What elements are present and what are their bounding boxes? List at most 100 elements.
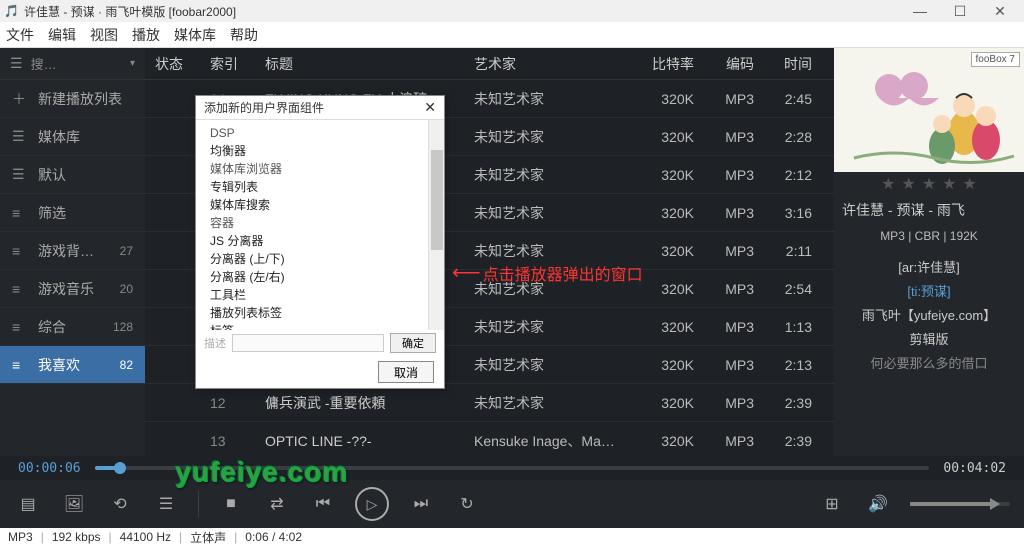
sidebar-item[interactable]: ☰媒体库 [0, 118, 145, 156]
dialog-close-button[interactable]: ✕ [424, 99, 436, 116]
cell-bitrate: 320K [624, 357, 694, 373]
cell-bitrate: 320K [624, 205, 694, 221]
separator [198, 490, 199, 518]
cell-index: 12 [210, 395, 265, 411]
chevron-down-icon: ▾ [130, 58, 135, 69]
image-button[interactable]: 🖼 [60, 490, 88, 518]
volume-icon[interactable]: 🔊 [864, 490, 892, 518]
star-icon[interactable]: ★ [922, 174, 936, 194]
cell-title: 傭兵演武 -重要依頼 [265, 393, 474, 413]
menu-edit[interactable]: 编辑 [48, 25, 76, 45]
col-codec[interactable]: 编码 [694, 54, 754, 74]
sidebar-item[interactable]: ☰默认 [0, 156, 145, 194]
sidebar-item-label: 筛选 [38, 203, 123, 223]
repeat-button[interactable]: ↻ [453, 490, 481, 518]
sidebar-item-label: 游戏背… [38, 241, 110, 261]
sidebar-item-label: 默认 [38, 165, 123, 185]
cell-codec: MP3 [694, 357, 754, 373]
sidebar-item[interactable]: ≡游戏音乐20 [0, 270, 145, 308]
minimize-button[interactable]: — [900, 0, 940, 22]
close-button[interactable]: ✕ [980, 0, 1020, 22]
dialog-scrollbar[interactable] [428, 120, 444, 330]
dialog-item-js-splitter[interactable]: JS 分离器 [210, 232, 434, 250]
playlist-button[interactable]: ▤ [14, 490, 42, 518]
star-icon[interactable]: ★ [881, 174, 895, 194]
dialog-item-tab[interactable]: 标签 [210, 322, 434, 330]
table-row[interactable]: 12傭兵演武 -重要依頼未知艺术家320KMP32:39 [145, 384, 834, 422]
play-button[interactable]: ▷ [355, 487, 389, 521]
prev-button[interactable]: ⏮ [309, 490, 337, 518]
cell-bitrate: 320K [624, 129, 694, 145]
next-button[interactable]: ⏭ [407, 490, 435, 518]
sidebar-item[interactable]: ＋新建播放列表 [0, 80, 145, 118]
list-icon: ＋ [12, 89, 28, 109]
menu-playback[interactable]: 播放 [132, 25, 160, 45]
refresh-button[interactable]: ⟲ [106, 490, 134, 518]
cell-artist: 未知艺术家 [474, 317, 624, 337]
hamburger-icon: ☰ [10, 55, 23, 72]
cell-bitrate: 320K [624, 167, 694, 183]
cell-index: 13 [210, 433, 265, 449]
col-time[interactable]: 时间 [754, 54, 824, 74]
dialog-ok-button[interactable]: 确定 [390, 333, 436, 353]
cell-bitrate: 320K [624, 395, 694, 411]
dialog-item-playlist-tabs[interactable]: 播放列表标签 [210, 304, 434, 322]
rating-stars[interactable]: ★ ★ ★ ★ ★ [834, 172, 1024, 196]
dialog-item-album-list[interactable]: 专辑列表 [210, 178, 434, 196]
star-icon[interactable]: ★ [942, 174, 956, 194]
dialog-list[interactable]: DSP 均衡器 媒体库浏览器 专辑列表 媒体库搜索 容器 JS 分离器 分离器 … [196, 120, 444, 330]
col-index[interactable]: 索引 [210, 54, 265, 74]
sidebar-item-label: 媒体库 [38, 127, 123, 147]
lyrics-panel: [ar:许佳慧] [ti:预谋] 雨飞叶【yufeiye.com】 剪辑版 何必… [834, 248, 1024, 456]
sidebar-item[interactable]: ≡综合128 [0, 308, 145, 346]
col-bitrate[interactable]: 比特率 [624, 54, 694, 74]
time-elapsed: 00:00:06 [18, 461, 81, 476]
dialog-desc-input[interactable] [232, 334, 384, 352]
cell-codec: MP3 [694, 281, 754, 297]
star-icon[interactable]: ★ [963, 174, 977, 194]
sidebar-item[interactable]: ≡游戏背…27 [0, 232, 145, 270]
col-artist[interactable]: 艺术家 [474, 54, 624, 74]
cell-time: 2:11 [754, 243, 824, 259]
menu-button[interactable]: ☰ [152, 490, 180, 518]
col-status[interactable]: 状态 [155, 54, 210, 74]
sidebar-search[interactable]: ☰ 搜… ▾ [0, 48, 145, 80]
table-row[interactable]: 13OPTIC LINE -??-Kensuke Inage、Ma…320KMP… [145, 422, 834, 456]
cell-codec: MP3 [694, 243, 754, 259]
dialog-item-splitter-h[interactable]: 分离器 (左/右) [210, 268, 434, 286]
menubar: 文件 编辑 视图 播放 媒体库 帮助 [0, 22, 1024, 48]
menu-file[interactable]: 文件 [6, 25, 34, 45]
sidebar-item[interactable]: ≡ 筛选 [0, 194, 145, 232]
dialog-category-container: 容器 [210, 214, 434, 232]
menu-view[interactable]: 视图 [90, 25, 118, 45]
cell-bitrate: 320K [624, 433, 694, 449]
stop-button[interactable]: ■ [217, 490, 245, 518]
col-title[interactable]: 标题 [265, 54, 474, 74]
star-icon[interactable]: ★ [901, 174, 915, 194]
dialog-item-lib-search[interactable]: 媒体库搜索 [210, 196, 434, 214]
sidebar-item[interactable]: ≡我喜欢82 [0, 346, 145, 384]
menu-help[interactable]: 帮助 [230, 25, 258, 45]
dialog-item-equalizer[interactable]: 均衡器 [210, 142, 434, 160]
volume-slider[interactable] [910, 502, 1010, 506]
cell-codec: MP3 [694, 129, 754, 145]
seekbar-knob[interactable] [114, 462, 126, 474]
time-total: 00:04:02 [943, 461, 1006, 476]
lyric-artist: [ar:许佳慧] [842, 256, 1016, 280]
cell-title: OPTIC LINE -??- [265, 433, 474, 449]
cell-codec: MP3 [694, 319, 754, 335]
cell-codec: MP3 [694, 395, 754, 411]
list-icon: ≡ [12, 205, 28, 221]
dialog-item-splitter-v[interactable]: 分离器 (上/下) [210, 250, 434, 268]
menu-library[interactable]: 媒体库 [174, 25, 216, 45]
sidebar-item-count: 20 [120, 282, 133, 296]
cell-artist: Kensuke Inage、Ma… [474, 431, 624, 451]
table-header: 状态 索引 标题 艺术家 比特率 编码 时间 [145, 48, 834, 80]
dialog-cancel-button[interactable]: 取消 [378, 361, 434, 383]
cell-bitrate: 320K [624, 243, 694, 259]
maximize-button[interactable]: ☐ [940, 0, 980, 22]
shuffle-button[interactable]: ⇄ [263, 490, 291, 518]
settings-button[interactable]: ⊞ [818, 490, 846, 518]
list-icon: ≡ [12, 281, 28, 297]
dialog-item-toolbar[interactable]: 工具栏 [210, 286, 434, 304]
